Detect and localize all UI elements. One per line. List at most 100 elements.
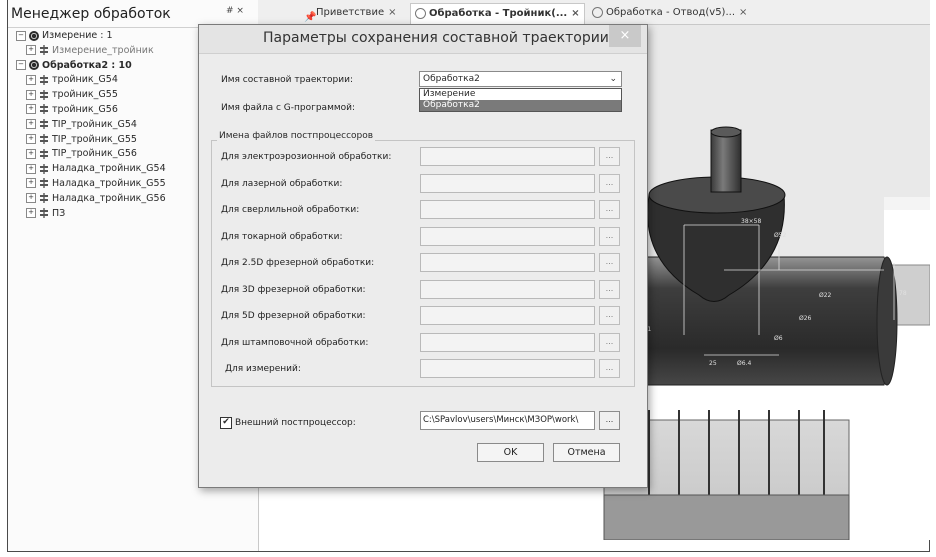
- tree-item[interactable]: + Наладка_тройник_G56: [16, 192, 166, 207]
- tree-item-label: TIP_тройник_G54: [52, 118, 137, 130]
- external-postprocessor-path-field[interactable]: C:\SPavlov\users\Минск\МЗОР\work\: [420, 411, 595, 430]
- dimension-label: Ø6: [774, 335, 783, 342]
- tree-item[interactable]: − Измерение : 1: [16, 29, 166, 44]
- expand-icon[interactable]: +: [26, 119, 36, 130]
- tab-welcome[interactable]: 📌Приветствие ×: [300, 3, 401, 23]
- tree-item-label: Обработка2 : 10: [42, 59, 132, 71]
- operation-icon: [39, 119, 49, 130]
- external-postprocessor-checkbox[interactable]: ✔: [220, 417, 232, 429]
- postprocessor-file-field[interactable]: [420, 200, 595, 219]
- tree-item-label: тройник_G55: [52, 89, 118, 101]
- tab-label: Обработка - Тройник(...: [429, 8, 568, 19]
- close-icon[interactable]: ×: [739, 7, 747, 18]
- postprocessor-label: Для 2.5D фрезерной обработки:: [221, 258, 375, 268]
- collapse-icon[interactable]: −: [16, 60, 26, 71]
- ok-button[interactable]: OK: [477, 443, 544, 462]
- postprocessor-file-field[interactable]: [420, 173, 595, 193]
- close-icon[interactable]: ×: [571, 8, 579, 19]
- operation-icon: [39, 89, 49, 100]
- browse-button[interactable]: ...: [599, 173, 620, 193]
- operation-icon: [39, 178, 49, 189]
- processing-icon: [592, 6, 603, 18]
- postprocessor-file-field[interactable]: [420, 147, 595, 166]
- tree-item[interactable]: + Измерение_тройник: [16, 44, 166, 59]
- postprocessor-file-field[interactable]: [420, 253, 595, 272]
- expand-icon[interactable]: +: [26, 163, 36, 174]
- browse-button[interactable]: ...: [599, 279, 620, 299]
- expand-icon[interactable]: +: [26, 178, 36, 189]
- operation-icon: [39, 45, 49, 56]
- tree-item-label: TIP_тройник_G56: [52, 148, 137, 160]
- tree-item[interactable]: + Наладка_тройник_G54: [16, 162, 166, 177]
- dimension-label: Ø26: [799, 315, 812, 322]
- trajectory-dropdown-list[interactable]: Измерение Обработка2: [419, 88, 622, 112]
- pin-close-icons[interactable]: # ×: [226, 6, 244, 16]
- postprocessor-file-field[interactable]: [420, 332, 595, 352]
- close-icon[interactable]: ×: [388, 7, 396, 18]
- close-button[interactable]: ×: [609, 25, 641, 47]
- gprogram-file-label: Имя файла с G-программой:: [221, 103, 356, 113]
- browse-button[interactable]: ...: [599, 253, 620, 272]
- tree-item-label: Измерение : 1: [42, 30, 113, 41]
- postprocessor-label: Для лазерной обработки:: [221, 178, 343, 189]
- tree-item[interactable]: + тройник_G55: [16, 88, 166, 103]
- tree-item[interactable]: + тройник_G54: [16, 73, 166, 88]
- operation-icon: [39, 104, 49, 115]
- expand-icon[interactable]: +: [26, 134, 36, 145]
- postprocessor-file-field[interactable]: [420, 306, 595, 325]
- expand-icon[interactable]: +: [26, 208, 36, 219]
- tree-item-label: Наладка_тройник_G54: [52, 163, 166, 175]
- browse-button[interactable]: ...: [599, 306, 620, 325]
- trajectory-name-select[interactable]: Обработка2 ⌄: [419, 71, 622, 87]
- target-icon: [29, 60, 39, 71]
- postprocessor-file-field[interactable]: [420, 226, 595, 246]
- operations-tree: − Измерение : 1 + Измерение_тройник − Обработ…: [16, 29, 166, 221]
- tab-processing-tee[interactable]: Обработка - Тройник(... ×: [410, 3, 585, 24]
- tree-item-label: Наладка_тройник_G55: [52, 177, 166, 189]
- chevron-down-icon[interactable]: ⌄: [609, 72, 617, 86]
- save-trajectory-dialog: Параметры сохранения составной траектори…: [198, 24, 648, 488]
- postprocessor-label: Для 3D фрезерной обработки:: [221, 284, 366, 295]
- tree-item[interactable]: + TIP_тройник_G56: [16, 147, 166, 162]
- tree-item[interactable]: + TIP_тройник_G54: [16, 118, 166, 133]
- postprocessor-file-field[interactable]: [420, 359, 595, 378]
- tree-item[interactable]: − Обработка2 : 10: [16, 59, 166, 74]
- expand-icon[interactable]: +: [26, 148, 36, 159]
- postprocessor-label: Для сверлильной обработки:: [221, 205, 360, 215]
- browse-button[interactable]: ...: [599, 332, 620, 352]
- operation-icon: [39, 134, 49, 145]
- dialog-titlebar[interactable]: Параметры сохранения составной траектори…: [199, 25, 647, 54]
- postprocessor-label: Для измерений:: [225, 364, 301, 374]
- expand-icon[interactable]: +: [26, 104, 36, 115]
- operation-icon: [39, 193, 49, 204]
- tree-item[interactable]: + Наладка_тройник_G55: [16, 177, 166, 192]
- external-postprocessor-browse-button[interactable]: ...: [599, 411, 620, 430]
- expand-icon[interactable]: +: [26, 45, 36, 56]
- tree-item[interactable]: + ПЗ: [16, 207, 166, 222]
- tree-item[interactable]: + тройник_G56: [16, 103, 166, 118]
- operation-icon: [39, 148, 49, 159]
- postprocessor-label: Для токарной обработки:: [221, 231, 343, 242]
- expand-icon[interactable]: +: [26, 89, 36, 100]
- tree-item-label: ПЗ: [52, 207, 66, 219]
- expand-icon[interactable]: +: [26, 193, 36, 204]
- tree-item-label: тройник_G54: [52, 74, 118, 86]
- postprocessor-label: Для штамповочной обработки:: [221, 337, 369, 348]
- browse-button[interactable]: ...: [599, 200, 620, 219]
- dropdown-option-measurement[interactable]: Измерение: [420, 89, 621, 100]
- tree-item[interactable]: + TIP_тройник_G55: [16, 133, 166, 148]
- processing-icon: [415, 7, 426, 19]
- dropdown-option-processing2[interactable]: Обработка2: [420, 100, 621, 111]
- expand-icon[interactable]: +: [26, 74, 36, 85]
- dimension-label: Ø52: [774, 232, 787, 239]
- collapse-icon[interactable]: −: [16, 30, 26, 41]
- browse-button[interactable]: ...: [599, 226, 620, 246]
- browse-button[interactable]: ...: [599, 147, 620, 166]
- cancel-button[interactable]: Отмена: [553, 443, 620, 462]
- target-icon: [29, 30, 39, 41]
- pin-icon: 📌: [304, 11, 317, 23]
- tree-item-label: тройник_G56: [52, 103, 118, 115]
- postprocessor-file-field[interactable]: [420, 279, 595, 299]
- tab-processing-bend[interactable]: Обработка - Отвод(v5)... ×: [588, 3, 751, 23]
- browse-button[interactable]: ...: [599, 359, 620, 378]
